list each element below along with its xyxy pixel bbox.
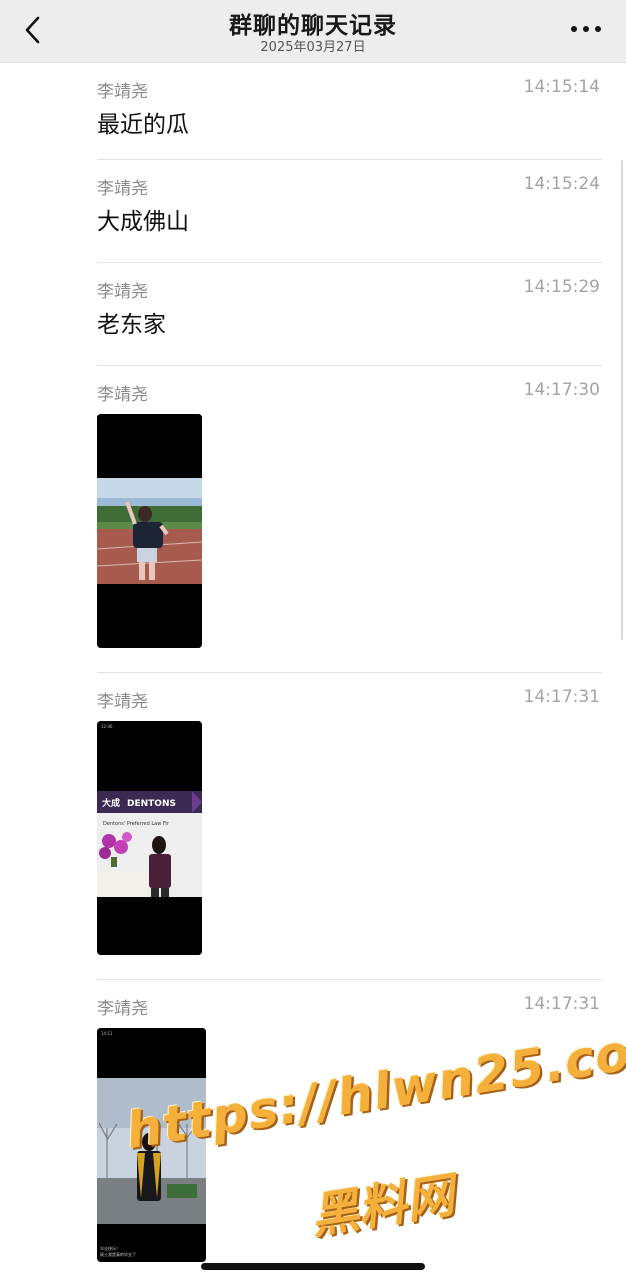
svg-text:毕业快乐！: 毕业快乐！: [100, 1245, 120, 1251]
message-time: 14:17:31: [523, 994, 600, 1014]
message-time: 14:15:24: [523, 174, 600, 194]
sender-name: 李靖尧: [97, 692, 148, 712]
photo-girl-track: [97, 414, 202, 648]
page-date: 2025年03月27日: [260, 40, 366, 55]
svg-text:DENTONS: DENTONS: [127, 799, 176, 809]
message-text[interactable]: 最近的瓜: [97, 105, 189, 139]
sender-name: 李靖尧: [97, 179, 148, 199]
message-time: 14:15:14: [523, 77, 600, 97]
sender-name: 李靖尧: [97, 82, 148, 102]
message-item: 李靖尧 14:15:24 大成佛山: [97, 160, 602, 263]
chat-header: 群聊的聊天记录 2025年03月27日: [0, 0, 626, 63]
svg-text:硕士我是真的毕业了: 硕士我是真的毕业了: [100, 1251, 136, 1257]
message-time: 14:17:30: [523, 380, 600, 400]
sender-name: 李靖尧: [97, 999, 148, 1019]
photo-dentons-office: 12:06 大成 DENTONS Dentons' Preferred Law …: [97, 721, 202, 955]
message-item: 李靖尧 14:15:29 老东家: [97, 263, 602, 366]
page-title: 群聊的聊天记录: [229, 13, 397, 39]
svg-text:12:06: 12:06: [101, 724, 113, 729]
svg-text:Dentons' Preferred Law Fir: Dentons' Preferred Law Fir: [103, 821, 170, 827]
message-item: 李靖尧 14:17:30: [97, 366, 602, 673]
sender-name: 李靖尧: [97, 385, 148, 405]
message-time: 14:15:29: [523, 277, 600, 297]
scrollbar[interactable]: [621, 160, 623, 640]
message-item: 李靖尧 14:17:31 12:06 大成 DENTONS Dentons' P…: [97, 673, 602, 980]
home-indicator[interactable]: [201, 1263, 425, 1270]
sender-name: 李靖尧: [97, 282, 148, 302]
message-text[interactable]: 大成佛山: [97, 202, 189, 236]
image-thumbnail[interactable]: 12:06 大成 DENTONS Dentons' Preferred Law …: [97, 721, 202, 955]
image-thumbnail[interactable]: [97, 414, 202, 648]
message-text[interactable]: 老东家: [97, 305, 166, 339]
message-time: 14:17:31: [523, 687, 600, 707]
svg-text:14:11: 14:11: [101, 1031, 113, 1036]
more-dots-icon[interactable]: [568, 16, 604, 42]
svg-text:大成: 大成: [102, 797, 120, 809]
message-item: 李靖尧 14:15:14 最近的瓜: [97, 63, 602, 160]
